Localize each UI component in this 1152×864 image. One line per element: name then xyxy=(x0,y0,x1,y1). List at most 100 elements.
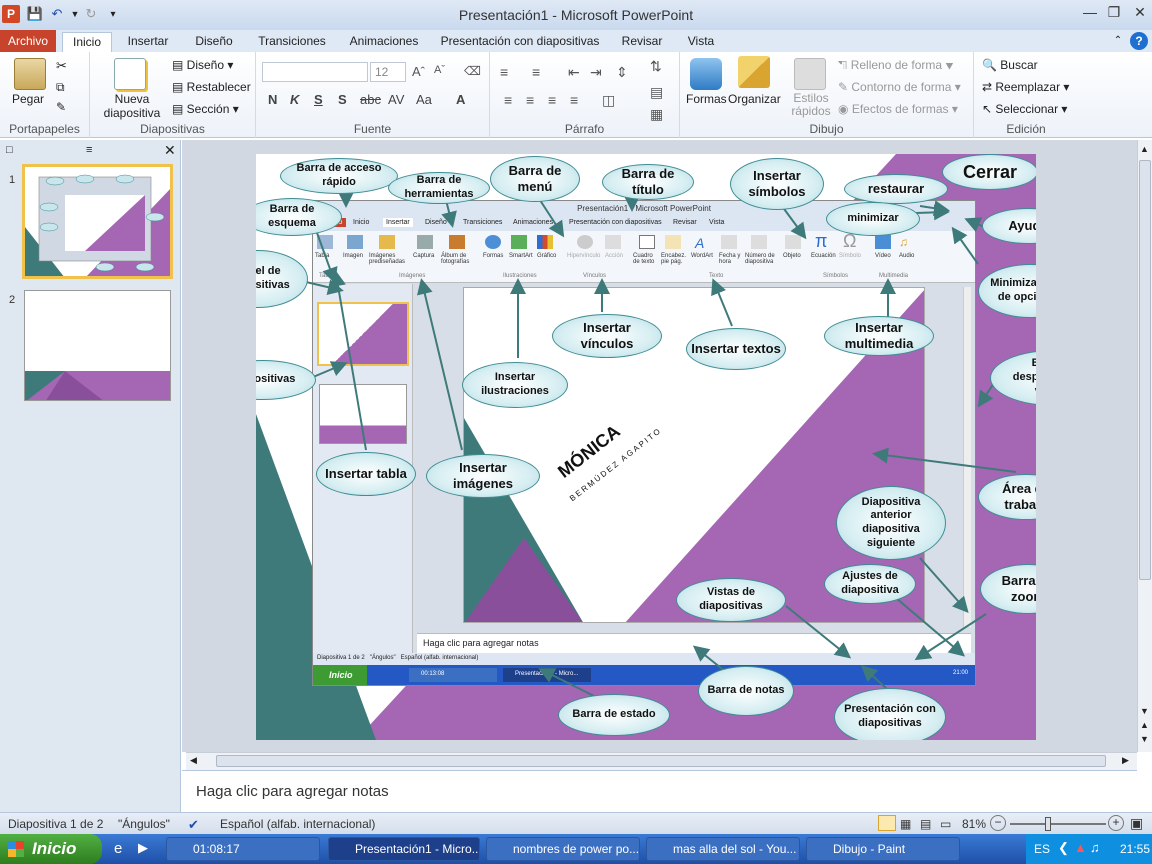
justify-icon[interactable]: ≡ xyxy=(570,92,578,108)
change-case-icon[interactable]: Aa xyxy=(416,92,432,107)
align-right-icon[interactable]: ≡ xyxy=(548,92,556,108)
start-button[interactable]: Inicio xyxy=(0,834,102,864)
columns-icon[interactable]: ◫ xyxy=(602,92,615,109)
tab-diseno[interactable]: Diseño xyxy=(186,32,242,52)
increase-indent-icon[interactable]: ⇥ xyxy=(590,64,602,81)
char-spacing-icon[interactable]: AV xyxy=(388,92,404,107)
close-pane-icon[interactable]: ✕ xyxy=(164,142,176,159)
arrange-button[interactable]: Organizar xyxy=(728,92,781,106)
zoom-in-icon[interactable]: + xyxy=(1108,815,1124,831)
vertical-scrollbar[interactable]: ▲ ▼ ▲ ▼ xyxy=(1137,140,1152,752)
tab-transiciones[interactable]: Transiciones xyxy=(252,32,332,52)
smartart-convert-icon[interactable]: ▦ xyxy=(650,106,663,123)
taskbar-item-powerpoint[interactable]: Presentación1 - Micro... xyxy=(328,837,480,861)
restore-button[interactable]: ❐ xyxy=(1102,4,1126,24)
slideshow-view-icon[interactable]: ▭ xyxy=(940,817,951,831)
scroll-right-icon[interactable]: ▶ xyxy=(1122,755,1129,766)
align-text-icon[interactable]: ▤ xyxy=(650,84,663,101)
slide-canvas[interactable]: Presentación1 - Microsoft PowerPoint Arc… xyxy=(256,154,1036,740)
close-button[interactable]: ✕ xyxy=(1128,4,1152,24)
reset-button[interactable]: ▤ Restablecer xyxy=(172,80,251,94)
zoom-level[interactable]: 81% xyxy=(962,817,986,831)
tray-volume-icon[interactable]: ♫ xyxy=(1090,840,1100,855)
format-painter-icon[interactable]: ✎ xyxy=(56,100,66,114)
slide-thumbnail-1[interactable] xyxy=(22,164,173,279)
help-icon[interactable]: ? xyxy=(1130,32,1148,50)
fit-window-icon[interactable]: ▣ xyxy=(1130,815,1143,832)
copy-icon[interactable]: ⧉ xyxy=(56,80,65,95)
align-center-icon[interactable]: ≡ xyxy=(526,92,534,108)
next-slide-icon[interactable]: ▼ xyxy=(1140,734,1149,744)
normal-view-icon[interactable] xyxy=(878,815,896,831)
reading-view-icon[interactable]: ▤ xyxy=(920,817,931,831)
shadow-icon[interactable]: S xyxy=(338,92,347,107)
input-language[interactable]: ES xyxy=(1034,842,1050,856)
ie-icon[interactable]: e xyxy=(114,840,122,857)
spellcheck-icon[interactable]: ✔ xyxy=(188,817,199,833)
scroll-down-icon[interactable]: ▼ xyxy=(1140,706,1149,716)
minimize-button[interactable]: — xyxy=(1078,4,1102,24)
zoom-slider-thumb[interactable] xyxy=(1044,817,1051,831)
taskbar-item-paint[interactable]: Dibujo - Paint xyxy=(806,837,960,861)
scroll-up-icon[interactable]: ▲ xyxy=(1140,144,1149,154)
shape-effects-button[interactable]: ◉ Efectos de formas ▾ xyxy=(838,102,958,116)
taskbar-item-browser1[interactable]: nombres de power po... xyxy=(486,837,640,861)
italic-icon[interactable]: K xyxy=(290,92,299,107)
new-slide-button[interactable]: Nueva diapositiva xyxy=(98,92,166,120)
line-spacing-icon[interactable]: ⇕ xyxy=(616,64,628,81)
shape-fill-button[interactable]: ⛠ Relleno de forma ▾ xyxy=(838,58,954,74)
select-button[interactable]: ↖ Seleccionar ▾ xyxy=(982,102,1067,116)
notes-pane[interactable]: Haga clic para agregar notas xyxy=(182,770,1137,812)
shape-outline-button[interactable]: ✎ Contorno de forma ▾ xyxy=(838,80,961,94)
minimize-ribbon-icon[interactable]: ⌃ xyxy=(1110,32,1126,52)
section-button[interactable]: ▤ Sección ▾ xyxy=(172,102,239,116)
media-icon[interactable]: ▶ xyxy=(138,840,148,856)
numbering-icon[interactable]: ≡ xyxy=(532,64,540,80)
tray-arrow-icon[interactable]: ❮ xyxy=(1058,840,1069,856)
zoom-out-icon[interactable]: − xyxy=(990,815,1006,831)
tab-animaciones[interactable]: Animaciones xyxy=(342,32,426,52)
shapes-icon[interactable] xyxy=(690,58,722,90)
zoom-slider[interactable] xyxy=(1010,823,1106,825)
clear-format-icon[interactable]: ⌫ xyxy=(464,64,481,78)
tab-insertar[interactable]: Insertar xyxy=(120,32,176,52)
previous-slide-icon[interactable]: ▲ xyxy=(1140,720,1149,730)
cut-icon[interactable]: ✂ xyxy=(56,58,67,74)
decrease-indent-icon[interactable]: ⇤ xyxy=(568,64,580,81)
grow-font-icon[interactable]: Aˆ xyxy=(412,64,425,79)
tab-inicio[interactable]: Inicio xyxy=(62,32,112,52)
layout-button[interactable]: ▤ Diseño ▾ xyxy=(172,58,233,72)
hscroll-thumb[interactable] xyxy=(216,755,1106,767)
font-name-input[interactable] xyxy=(262,62,368,82)
quick-styles-button[interactable]: Estilos rápidos xyxy=(788,92,834,118)
paste-icon[interactable] xyxy=(14,58,46,90)
theme-name[interactable]: "Ángulos" xyxy=(118,817,170,831)
strikethrough-icon[interactable]: abc xyxy=(360,92,381,107)
taskbar-item-timer[interactable]: 01:08:17 xyxy=(166,837,320,861)
font-size-input[interactable]: 12 xyxy=(370,62,406,82)
tray-acrobat-icon[interactable]: ▲ xyxy=(1074,840,1087,855)
taskbar-item-browser2[interactable]: mas alla del sol - You... xyxy=(646,837,800,861)
shrink-font-icon[interactable]: Aˇ xyxy=(434,64,445,76)
shapes-button[interactable]: Formas xyxy=(686,92,727,106)
language-label[interactable]: Español (alfab. internacional) xyxy=(220,817,375,831)
font-color-icon[interactable]: A xyxy=(456,92,465,107)
find-button[interactable]: 🔍 Buscar xyxy=(982,58,1038,72)
notes-placeholder[interactable]: Haga clic para agregar notas xyxy=(196,783,389,800)
arrange-icon[interactable] xyxy=(738,56,770,88)
replace-button[interactable]: ⇄ Reemplazar ▾ xyxy=(982,80,1069,94)
tab-presentacion[interactable]: Presentación con diapositivas xyxy=(436,32,604,52)
text-direction-icon[interactable]: ⇅ xyxy=(650,58,662,75)
tab-archivo[interactable]: Archivo xyxy=(0,30,56,52)
outline-tab-icon[interactable]: ≡ xyxy=(86,144,92,156)
tab-revisar[interactable]: Revisar xyxy=(614,32,670,52)
quick-styles-icon[interactable] xyxy=(794,58,826,90)
bold-icon[interactable]: N xyxy=(268,92,277,107)
paste-button[interactable]: Pegar xyxy=(12,92,44,106)
horizontal-scrollbar[interactable]: ◀ ▶ xyxy=(186,752,1137,770)
scroll-thumb[interactable] xyxy=(1139,160,1151,580)
slide-thumbnail-2[interactable] xyxy=(24,290,171,401)
new-slide-icon[interactable] xyxy=(114,58,146,90)
tab-vista[interactable]: Vista xyxy=(680,32,722,52)
bullets-icon[interactable]: ≡ xyxy=(500,64,508,80)
